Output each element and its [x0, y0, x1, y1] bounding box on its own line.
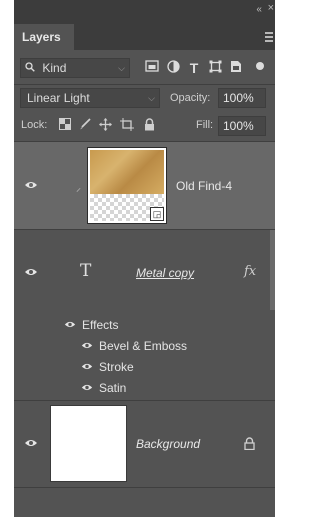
layer-row-background[interactable]: Background	[14, 401, 275, 487]
tab-bar: Layers	[14, 24, 275, 50]
fx-icon[interactable]: fx	[244, 264, 256, 279]
chevron-down-icon: ⌵	[148, 93, 155, 103]
eye-icon[interactable]	[24, 438, 38, 448]
divider	[14, 487, 275, 488]
layers-panel: ‹‹ × Layers Kind ⌵ T Linear Light ⌵ Opac…	[14, 0, 275, 517]
opacity-value: 100%	[223, 91, 254, 105]
lock-transparent-icon[interactable]	[58, 118, 72, 132]
shape-filter-icon[interactable]	[207, 60, 223, 76]
link-icon: ⸝	[76, 183, 81, 194]
search-icon	[25, 60, 39, 78]
kind-label: Kind	[42, 61, 67, 75]
lock-artboard-icon[interactable]	[120, 118, 134, 132]
layer-thumbnail: ◲	[87, 147, 167, 224]
image-filter-icon[interactable]	[144, 60, 160, 76]
lock-icon[interactable]	[244, 437, 255, 455]
fill-value: 100%	[223, 119, 254, 133]
effect-item[interactable]: Satin	[99, 381, 126, 395]
divider	[14, 84, 275, 85]
eye-icon[interactable]	[24, 267, 38, 277]
panel-top-strip: ‹‹ ×	[14, 0, 275, 24]
type-filter-icon[interactable]: T	[186, 60, 202, 76]
blend-mode-value: Linear Light	[27, 91, 90, 105]
fill-label: Fill:	[196, 119, 214, 131]
eye-icon[interactable]	[64, 320, 78, 330]
kind-filter-select[interactable]: Kind ⌵	[20, 58, 130, 78]
effect-item[interactable]: Stroke	[99, 360, 134, 374]
layer-name[interactable]: Metal copy	[136, 266, 194, 280]
adjustment-filter-icon[interactable]	[165, 60, 181, 76]
eye-icon[interactable]	[24, 180, 38, 190]
lock-label: Lock:	[21, 119, 48, 131]
texture-preview	[90, 150, 164, 194]
panel-menu-icon[interactable]	[265, 32, 273, 34]
eye-icon[interactable]	[81, 362, 95, 372]
smart-object-filter-icon[interactable]	[228, 60, 244, 76]
tab-layers[interactable]: Layers	[14, 24, 74, 50]
opacity-field[interactable]: 100%	[218, 88, 266, 108]
text-layer-icon: T	[80, 261, 92, 281]
filter-toggle-icon[interactable]	[252, 60, 268, 76]
opacity-label: Opacity:	[170, 92, 211, 104]
layer-row-old-find-4[interactable]: ⸝ ◲ Old Find-4	[14, 142, 275, 229]
lock-move-icon[interactable]	[98, 118, 112, 132]
layer-row-metal-copy[interactable]: T Metal copy fx Effects Bevel & Emboss S…	[14, 230, 275, 400]
effects-label[interactable]: Effects	[82, 318, 118, 332]
eye-icon[interactable]	[81, 383, 95, 393]
eye-icon[interactable]	[81, 341, 95, 351]
filter-row: Kind ⌵ T	[14, 56, 275, 82]
lock-all-icon[interactable]	[142, 118, 156, 132]
fill-field[interactable]: 100%	[218, 116, 266, 136]
lock-row: Lock: Fill: 100%	[14, 114, 275, 138]
blend-row: Linear Light ⌵ Opacity: 100%	[14, 86, 275, 110]
smart-object-badge-icon: ◲	[150, 207, 164, 221]
chevron-down-icon: ⌵	[118, 63, 125, 73]
layer-name[interactable]: Background	[136, 437, 200, 451]
scrollbar[interactable]	[270, 230, 275, 310]
close-panel-icon[interactable]: ×	[268, 2, 274, 14]
layer-name[interactable]: Old Find-4	[176, 179, 232, 193]
lock-paint-icon[interactable]	[78, 118, 92, 132]
effect-item[interactable]: Bevel & Emboss	[99, 339, 187, 353]
blend-mode-select[interactable]: Linear Light ⌵	[20, 88, 160, 108]
collapse-panel-icon[interactable]: ‹‹	[256, 4, 262, 15]
background-thumbnail	[50, 405, 127, 482]
